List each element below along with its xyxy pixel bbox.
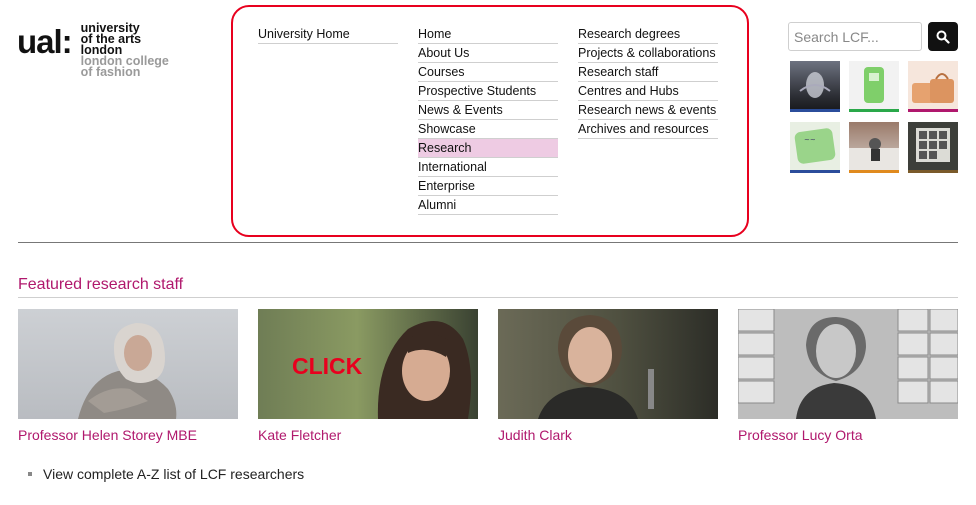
nav-item-centres-hubs[interactable]: Centres and Hubs — [578, 82, 718, 101]
staff-name[interactable]: Kate Fletcher — [258, 427, 478, 443]
nav-item-research-degrees[interactable]: Research degrees — [578, 25, 718, 44]
click-annotation: CLICK — [292, 353, 363, 379]
staff-name[interactable]: Professor Lucy Orta — [738, 427, 958, 443]
staff-card: Judith Clark — [498, 309, 718, 443]
navigation-highlight-box: University Home Home About Us Courses Pr… — [231, 5, 749, 237]
staff-photo-judith-clark[interactable] — [498, 309, 718, 419]
logo-line: of fashion — [80, 65, 141, 79]
featured-section-title: Featured research staff — [18, 276, 184, 293]
svg-text:~~: ~~ — [804, 136, 816, 144]
nav-item-archives-resources[interactable]: Archives and resources — [578, 120, 718, 139]
nav-item-courses[interactable]: Courses — [418, 63, 558, 82]
nav-item-enterprise[interactable]: Enterprise — [418, 177, 558, 196]
staff-name[interactable]: Judith Clark — [498, 427, 718, 443]
nav-item-projects-collaborations[interactable]: Projects & collaborations — [578, 44, 718, 63]
search-input[interactable] — [788, 22, 922, 51]
nav-item-research[interactable]: Research — [418, 139, 558, 158]
nav-item-about-us[interactable]: About Us — [418, 44, 558, 63]
staff-card: CLICK Kate Fletcher — [258, 309, 478, 443]
thumbnail-6[interactable] — [908, 122, 958, 173]
nav-item-news-events[interactable]: News & Events — [418, 101, 558, 120]
nav-item-home[interactable]: Home — [418, 25, 558, 44]
section-rule — [18, 297, 958, 298]
az-researchers-link[interactable]: View complete A-Z list of LCF researcher… — [43, 466, 304, 482]
thumbnail-1[interactable] — [790, 61, 840, 112]
staff-photo-lucy-orta[interactable] — [738, 309, 958, 419]
nav-item-prospective-students[interactable]: Prospective Students — [418, 82, 558, 101]
list-bullet — [28, 472, 32, 476]
search-icon — [936, 30, 950, 44]
thumbnail-2[interactable] — [849, 61, 899, 112]
header-divider — [18, 242, 958, 243]
nav-item-university-home[interactable]: University Home — [258, 25, 398, 44]
staff-photo-kate-fletcher[interactable]: CLICK — [258, 309, 478, 419]
nav-item-showcase[interactable]: Showcase — [418, 120, 558, 139]
thumbnail-3[interactable] — [908, 61, 958, 112]
search-button[interactable] — [928, 22, 958, 51]
staff-name[interactable]: Professor Helen Storey MBE — [18, 427, 238, 443]
nav-column-research: Research degrees Projects & collaboratio… — [578, 25, 718, 139]
staff-card: Professor Lucy Orta — [738, 309, 958, 443]
ual-logo[interactable]: ual: university of the arts london londo… — [17, 22, 169, 79]
nav-column-university: University Home — [258, 25, 398, 44]
nav-item-research-staff[interactable]: Research staff — [578, 63, 718, 82]
logo-mark: ual: — [17, 23, 73, 60]
nav-item-research-news-events[interactable]: Research news & events — [578, 101, 718, 120]
thumbnail-5[interactable] — [849, 122, 899, 173]
nav-item-international[interactable]: International — [418, 158, 558, 177]
staff-card: Professor Helen Storey MBE — [18, 309, 238, 443]
logo-text: university of the arts london london col… — [80, 22, 169, 79]
thumbnail-4[interactable]: ~~ — [790, 122, 840, 173]
staff-photo-helen-storey[interactable] — [18, 309, 238, 419]
researchers-list: View complete A-Z list of LCF researcher… — [28, 466, 304, 482]
nav-item-alumni[interactable]: Alumni — [418, 196, 558, 215]
nav-column-main: Home About Us Courses Prospective Studen… — [418, 25, 558, 215]
